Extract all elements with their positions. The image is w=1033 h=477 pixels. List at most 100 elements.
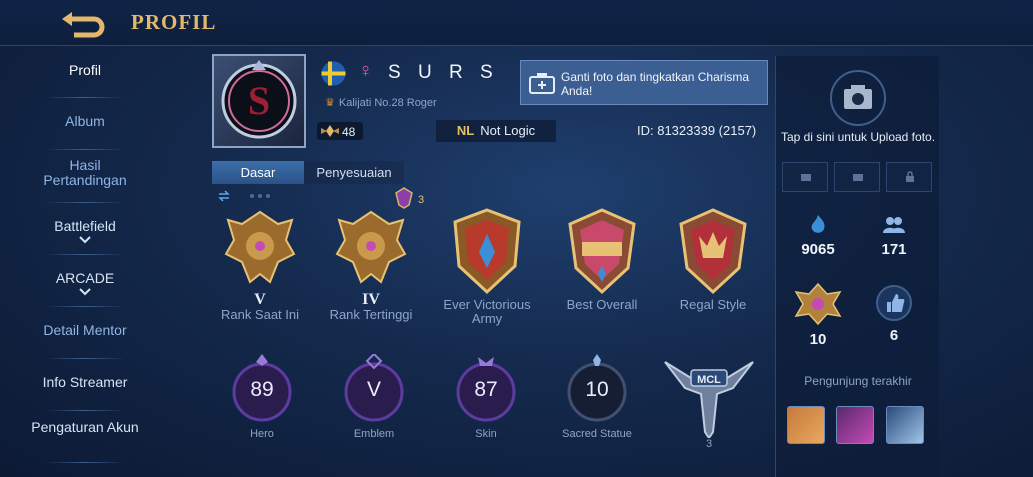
sidebar-divider [45,97,125,98]
photo-slot-3[interactable] [886,162,932,192]
stat-value: 89 [250,378,274,401]
sidebar-divider [45,410,125,411]
mvp-badge-icon [568,208,636,295]
upload-photo-area[interactable] [782,60,932,160]
camera-small-icon [801,174,811,181]
sidebar-item-pengaturan-akun[interactable]: Pengaturan Akun [30,420,140,435]
stat-skin[interactable]: 87 Skin [436,354,536,440]
medal-rank-current[interactable]: V Rank Saat Ini [205,208,315,322]
charisma-badge-icon [794,282,842,326]
stat-ring: 87 [452,354,520,422]
mythic-rank-icon [335,210,407,284]
photo-slot-1[interactable] [782,162,828,192]
stat-label: Emblem [353,428,395,440]
sidebar-item-album[interactable]: Album [30,114,140,129]
stat-hero[interactable]: 89 Hero [212,354,312,440]
sidebar: Profil Album Hasil Pertandingan Battlefi… [30,46,140,477]
medal-regal-style[interactable]: Regal Style [658,206,768,312]
popularity-stat[interactable]: 9065 [788,214,848,258]
medal-best-overall[interactable]: Best Overall [547,206,657,312]
page-title: PROFIL [131,10,217,34]
camera-plus-icon [529,73,555,94]
rank-title-line: ♛ Kalijati No.28 Roger [325,96,437,109]
stat-ring: 10 [563,354,631,422]
medal-label: Regal Style [679,297,747,312]
followers-value: 171 [881,241,907,258]
tooltip-text: Ganti foto dan tingkatkan Charisma Anda! [561,70,750,98]
stat-ring: 89 [228,354,296,422]
mcl-trophy-icon: MCL [664,361,754,438]
sidebar-item-info-streamer[interactable]: Info Streamer [30,375,140,390]
right-panel: Tap di sini untuk Upload foto. 9065 171 … [775,56,939,477]
sidebar-divider [45,254,125,255]
stat-label: Hero [250,428,274,440]
stat-ring: V [340,352,408,422]
level-badge: 48 [317,122,363,140]
sidebar-divider [45,306,125,307]
squad-box[interactable]: NL Not Logic [436,120,556,142]
sidebar-divider [45,202,125,203]
level-number: 48 [342,125,356,139]
sidebar-item-detail-mentor[interactable]: Detail Mentor [30,323,140,338]
stat-value: 87 [474,378,498,401]
stat-value: V [366,378,381,401]
swap-icon [218,190,270,202]
medal-label: Rank Tertinggi [329,307,413,322]
avatar-image: S [221,60,297,139]
medal-ever-victorious-army[interactable]: Ever Victorious Army [432,206,542,326]
camera-icon [830,70,886,126]
mcl-label: MCL [697,374,721,386]
sidebar-divider [45,149,125,150]
tab-penyesuaian[interactable]: Penyesuaian [304,161,404,184]
sidebar-divider [45,462,125,463]
top-bar: PROFIL [0,0,1033,46]
sidebar-item-hasil-pertandingan[interactable]: Hasil Pertandingan [30,158,140,188]
stat-label: 3 [705,438,713,450]
rank-roman: IV [362,291,380,308]
rank-roman: V [254,291,266,308]
squad-name: Not Logic [480,123,536,138]
upload-text: Tap di sini untuk Upload foto. [780,130,936,144]
medal-rank-highest[interactable]: IV Rank Tertinggi [316,208,426,322]
charisma-value: 10 [809,331,827,348]
female-gender-icon: ♀ [358,60,373,82]
mythic-rank-icon [224,210,296,284]
stat-sacred-statue[interactable]: 10 Sacred Statue [547,354,647,440]
rank-title: Kalijati No.28 Roger [338,97,437,109]
page-indicator [218,189,278,207]
player-id: ID: 81323339 (2157) [637,123,757,138]
thumbs-up-icon [876,285,912,321]
sidebar-item-battlefield[interactable]: Battlefield [30,219,140,244]
medal-label: Ever Victorious Army [443,297,531,326]
badge-icon [395,187,413,209]
lock-icon [906,171,914,182]
chevron-down-icon [79,288,91,296]
medal-label: Rank Saat Ini [220,307,300,322]
photo-slot-2[interactable] [834,162,880,192]
level-wings-icon [321,125,339,137]
sidebar-item-label: Battlefield [54,218,116,234]
tab-dasar[interactable]: Dasar [212,161,304,184]
player-name: S U R S [388,62,499,83]
visitor-avatar[interactable] [787,406,825,444]
visitor-avatar[interactable] [886,406,924,444]
avatar[interactable]: S [212,54,306,148]
likes-stat[interactable]: 6 [864,284,924,344]
followers-stat[interactable]: 171 [864,214,924,258]
sidebar-divider [45,358,125,359]
stat-emblem[interactable]: V Emblem [324,352,424,440]
followers-icon [883,217,905,233]
charisma-stat[interactable]: 10 [788,282,848,348]
stat-mcl[interactable]: MCL 3 [659,354,759,450]
sidebar-item-profil[interactable]: Profil [30,63,140,78]
back-button[interactable] [58,6,112,38]
sidebar-item-label: ARCADE [55,270,115,286]
back-arrow-icon [62,12,105,38]
shield-badge-icon [453,208,521,295]
badge-count: 3 [418,194,425,206]
svg-text:S: S [248,78,270,123]
sidebar-item-arcade[interactable]: ARCADE [30,271,140,296]
likes-value: 6 [889,327,899,344]
visitor-avatar[interactable] [836,406,874,444]
change-photo-tooltip[interactable]: Ganti foto dan tingkatkan Charisma Anda! [520,60,768,105]
